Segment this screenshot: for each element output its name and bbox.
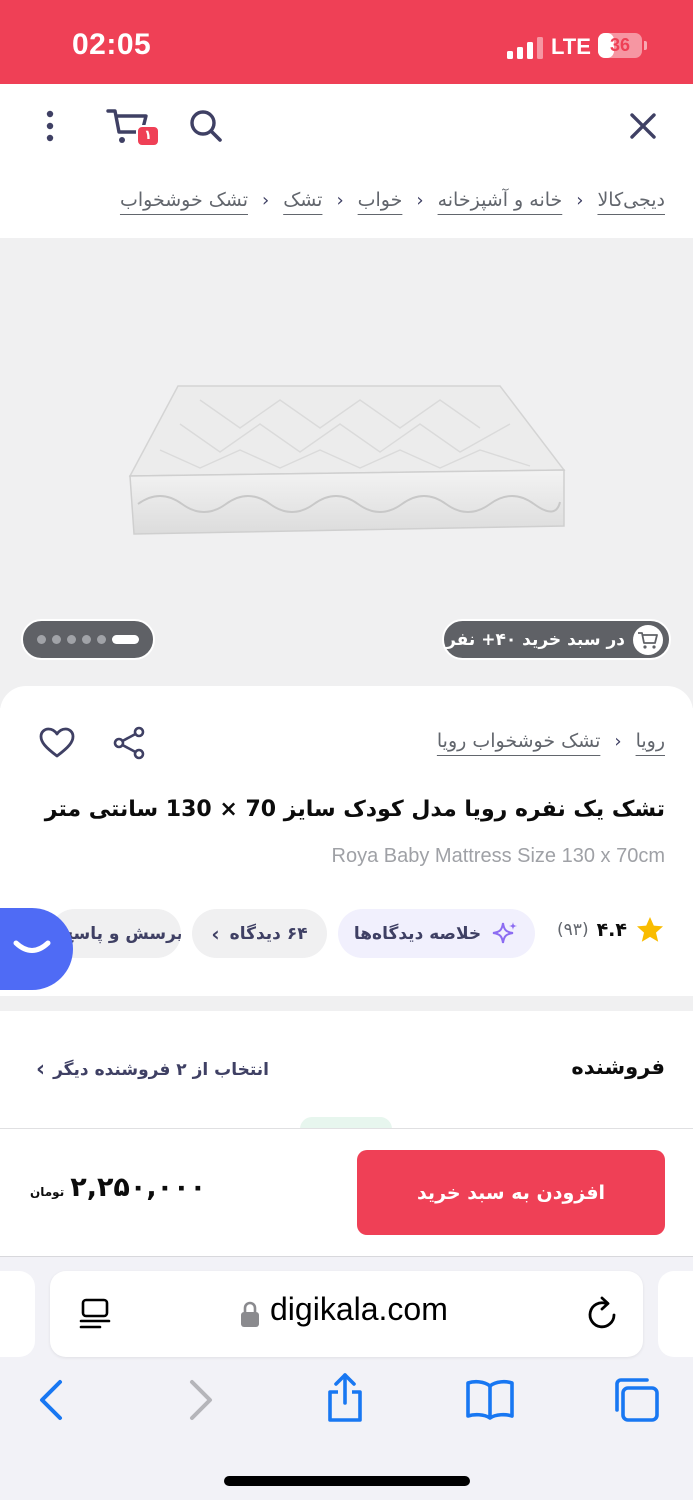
- product-image-mattress[interactable]: [120, 378, 570, 538]
- star-icon: [637, 917, 663, 942]
- chevron-left-icon: ›: [336, 189, 344, 211]
- review-summary-chip[interactable]: خلاصه دیدگاه‌ها: [338, 909, 535, 958]
- currency-label: تومان: [30, 1185, 65, 1199]
- shopping-cart-icon: [633, 624, 663, 655]
- cellular-signal-icon: [507, 37, 543, 59]
- rating-count: (۹۳): [557, 920, 589, 940]
- breadcrumb-item-digikala[interactable]: دیجی‌کالا: [597, 189, 665, 211]
- brand-breadcrumb: رویا › تشک خوشخواب رویا: [437, 730, 665, 752]
- add-to-cart-button[interactable]: افزودن به سبد خرید: [357, 1150, 665, 1235]
- reader-icon[interactable]: [78, 1297, 112, 1331]
- tabs-icon[interactable]: [611, 1376, 661, 1424]
- search-icon[interactable]: [188, 108, 224, 144]
- seller-section: فروشنده ‹ انتخاب از ۲ فروشنده دیگر: [0, 1011, 693, 1129]
- product-title: تشک یک نفره رویا مدل کودک سایز 70 × 130 …: [44, 797, 665, 822]
- lock-icon: [241, 1301, 259, 1327]
- other-sellers-label: انتخاب از ۲ فروشنده دیگر: [53, 1059, 269, 1080]
- breadcrumb-item-sleep[interactable]: خواب: [358, 189, 403, 211]
- top-navigation-bar: [0, 84, 693, 170]
- comments-label: ۶۴ دیدگاه: [229, 923, 308, 944]
- pagination-dot[interactable]: [97, 635, 106, 644]
- chevron-left-icon: ›: [416, 189, 424, 211]
- price: تومان ۲,۲۵۰,۰۰۰: [30, 1172, 206, 1203]
- reload-icon[interactable]: [584, 1294, 620, 1332]
- url-text[interactable]: digikala.com: [270, 1291, 448, 1328]
- comments-chip[interactable]: ۶۴ دیدگاه ›: [192, 909, 327, 958]
- bookmarks-icon[interactable]: [464, 1378, 516, 1420]
- breadcrumb-item-home-kitchen[interactable]: خانه و آشپزخانه: [438, 189, 563, 211]
- sparkle-icon: [492, 921, 518, 943]
- breadcrumb: دیجی‌کالا › خانه و آشپزخانه › خواب › تشک…: [120, 180, 665, 220]
- pagination-dot[interactable]: [82, 635, 91, 644]
- status-time: 02:05: [72, 28, 152, 61]
- smile-icon: [13, 940, 51, 953]
- pagination-dot[interactable]: [67, 635, 76, 644]
- review-summary-label: خلاصه دیدگاه‌ها: [353, 923, 482, 944]
- cart-users-badge: در سبد خرید ۴۰+ نفر: [442, 619, 671, 660]
- home-indicator: [224, 1476, 470, 1486]
- cart-count-badge: ۱: [136, 125, 160, 147]
- heart-icon[interactable]: [39, 727, 75, 759]
- chevron-left-icon: ›: [261, 189, 270, 211]
- battery-icon: 36: [598, 33, 642, 58]
- gallery-pagination[interactable]: [21, 619, 155, 660]
- cart-users-text: در سبد خرید ۴۰+ نفر: [446, 629, 625, 650]
- breadcrumb-item-mattress[interactable]: تشک: [283, 189, 322, 211]
- brand-link[interactable]: رویا: [636, 730, 665, 752]
- product-title-english: Roya Baby Mattress Size 130 x 70cm: [331, 845, 665, 867]
- brand-category-link[interactable]: تشک خوشخواب رویا: [437, 730, 600, 752]
- network-type: LTE: [551, 34, 591, 59]
- other-sellers-link[interactable]: ‹ انتخاب از ۲ فروشنده دیگر: [36, 1057, 269, 1082]
- section-divider: [0, 996, 693, 1011]
- seller-heading: فروشنده: [571, 1055, 665, 1079]
- chevron-left-icon: ›: [211, 921, 220, 946]
- share-sheet-icon[interactable]: [324, 1372, 366, 1424]
- battery-percent: 36: [609, 35, 631, 55]
- chevron-left-icon: ›: [614, 730, 622, 752]
- price-value: ۲,۲۵۰,۰۰۰: [70, 1172, 207, 1203]
- pagination-dot-active[interactable]: [112, 635, 139, 644]
- next-tab-preview[interactable]: [658, 1271, 693, 1357]
- close-icon[interactable]: [628, 111, 658, 141]
- forward-icon: [190, 1380, 212, 1420]
- questions-label: ۱۱ پرسش و پاسخ: [61, 923, 181, 944]
- breadcrumb-item-comfort-mattress[interactable]: تشک خوشخواب: [120, 189, 248, 211]
- status-bar: 02:05 LTE 36: [0, 0, 693, 84]
- more-vertical-icon[interactable]: [36, 108, 64, 144]
- pagination-dot[interactable]: [52, 635, 61, 644]
- chevron-left-icon: ›: [576, 189, 584, 211]
- back-icon[interactable]: [36, 1378, 66, 1422]
- previous-tab-preview[interactable]: [0, 1271, 35, 1357]
- rating-value: ۴.۴: [596, 919, 627, 941]
- share-icon[interactable]: [112, 726, 146, 760]
- pagination-dot[interactable]: [37, 635, 46, 644]
- chevron-left-icon: ‹: [36, 1057, 46, 1082]
- product-rating[interactable]: ۴.۴ (۹۳): [557, 915, 665, 945]
- battery-tip: [644, 41, 647, 50]
